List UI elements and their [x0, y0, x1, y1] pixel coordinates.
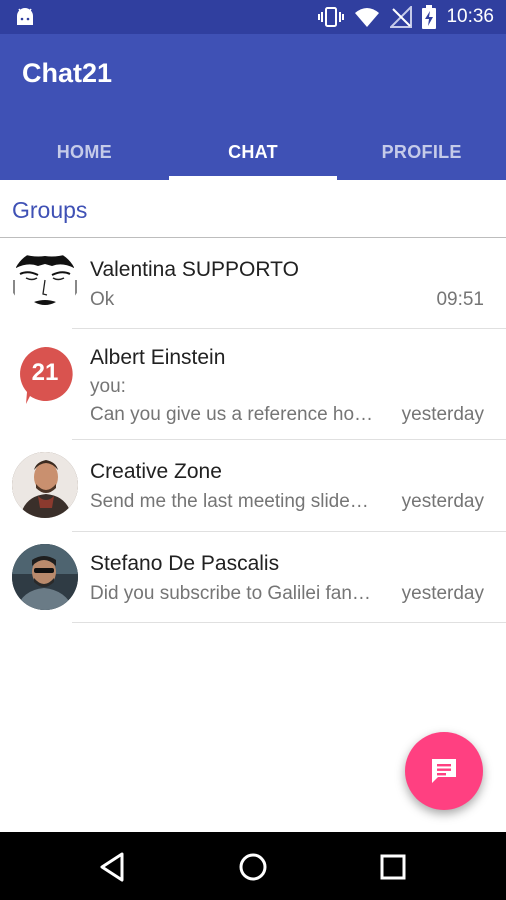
conversation-message: Did you subscribe to Galilei fan… [90, 583, 371, 604]
tab-profile[interactable]: PROFILE [337, 124, 506, 180]
back-icon[interactable] [96, 850, 130, 884]
conversation-item[interactable]: 21 Albert Einstein you: Can you give us … [0, 329, 506, 440]
new-message-button[interactable] [405, 732, 483, 810]
photo-avatar [12, 544, 78, 610]
conversation-time: 09:51 [436, 289, 484, 310]
recents-icon[interactable] [376, 850, 410, 884]
conversation-message: Send me the last meeting slide… [90, 491, 369, 512]
tab-chat[interactable]: CHAT [168, 124, 338, 180]
home-icon[interactable] [236, 850, 270, 884]
conversation-item[interactable]: Valentina SUPPORTO Ok 09:51 [0, 238, 506, 329]
conversation-message: Ok [90, 289, 115, 310]
navigation-bar [0, 832, 506, 900]
wifi-icon [355, 8, 380, 27]
app-bar: Chat21 HOME CHAT PROFILE [0, 34, 506, 180]
conversation-message: Can you give us a reference ho… [90, 404, 374, 425]
status-time: 10:36 [446, 6, 494, 27]
conversation-time: yesterday [401, 583, 484, 604]
sketch-face-avatar [12, 250, 78, 316]
section-title: Groups [12, 197, 88, 223]
app-title: Chat21 [22, 58, 113, 88]
groups-header[interactable]: Groups [0, 180, 506, 238]
conversation-list: Valentina SUPPORTO Ok 09:51 21 Albert Ei… [0, 238, 506, 623]
vibrate-icon [318, 7, 345, 27]
conversation-item[interactable]: Creative Zone Send me the last meeting s… [0, 440, 506, 532]
photo-avatar [12, 452, 78, 518]
conversation-time: yesterday [401, 404, 484, 425]
conversation-name: Valentina SUPPORTO [90, 258, 299, 281]
chat21-logo-avatar: 21 [12, 341, 78, 407]
chat21-logo-text: 21 [31, 359, 59, 386]
divider [72, 622, 506, 623]
conversation-name: Creative Zone [90, 460, 222, 483]
conversation-message-prefix: you: [90, 376, 126, 397]
conversation-time: yesterday [401, 491, 484, 512]
tab-home[interactable]: HOME [0, 124, 169, 180]
tab-bar: HOME CHAT PROFILE [0, 124, 506, 180]
conversation-item[interactable]: Stefano De Pascalis Did you subscribe to… [0, 532, 506, 623]
no-signal-icon [390, 6, 413, 28]
status-bar: 10:36 [0, 0, 506, 34]
conversation-name: Albert Einstein [90, 346, 226, 369]
message-icon [432, 759, 456, 783]
android-icon [17, 8, 33, 25]
conversation-name: Stefano De Pascalis [90, 552, 280, 575]
battery-charging-icon [422, 5, 437, 29]
